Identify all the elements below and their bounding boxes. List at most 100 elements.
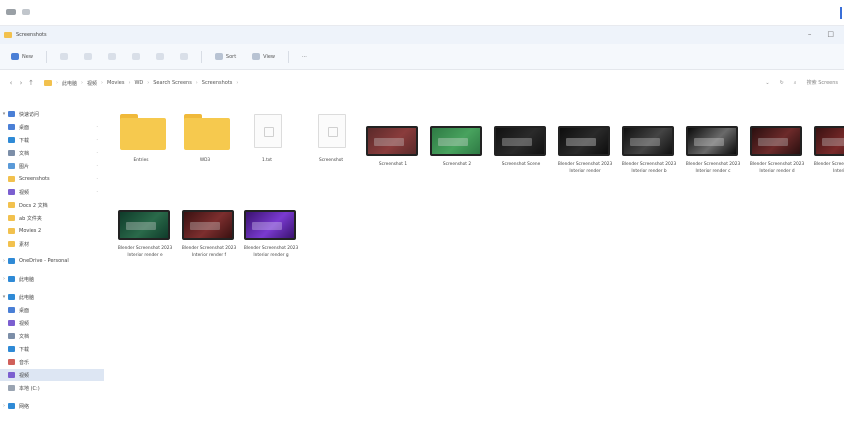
expand-chevron-icon[interactable]: › xyxy=(0,276,8,282)
video-thumbnail xyxy=(244,210,296,240)
sidebar-item-label: 此电脑 xyxy=(19,276,35,283)
forward-icon[interactable] xyxy=(22,9,30,15)
file-item[interactable]: Blender Screenshot 2023 Interior render … xyxy=(178,184,238,268)
breadcrumb[interactable]: › 此电脑 › 视频 › Movies › WD › Search Screen… xyxy=(44,80,238,87)
file-item[interactable]: Blender Screenshot 2023 Interior render … xyxy=(240,184,300,268)
file-item[interactable]: Screenshot 1 xyxy=(362,100,422,184)
share-button[interactable] xyxy=(153,50,167,64)
sidebar-item[interactable]: 音乐 xyxy=(0,356,104,368)
sidebar-item-label: 文档 xyxy=(19,333,30,340)
breadcrumb-item[interactable]: WD xyxy=(134,80,143,86)
thumbnail-highlight xyxy=(502,138,532,146)
breadcrumb-item[interactable]: Search Screens xyxy=(153,80,192,86)
file-item[interactable]: Entries xyxy=(110,100,170,170)
sidebar-item[interactable]: 桌面 xyxy=(0,304,104,316)
file-item[interactable]: Screenshot Scene xyxy=(490,100,550,184)
sidebar-item-label: OneDrive - Personal xyxy=(19,258,69,264)
sidebar-item-label: 音乐 xyxy=(19,359,30,366)
new-button[interactable]: New xyxy=(8,50,36,64)
up-arrow-icon[interactable]: ↑ xyxy=(26,79,36,87)
video-thumbnail xyxy=(622,126,674,156)
file-item[interactable]: Blender Screenshot 2023 Interior render … xyxy=(114,184,174,268)
sidebar-item[interactable]: › 此电脑 xyxy=(0,273,104,285)
sort-label: Sort xyxy=(225,53,237,60)
file-item[interactable]: WD3 xyxy=(174,100,234,170)
cut-button[interactable] xyxy=(57,50,71,64)
sidebar-item[interactable]: 下载 xyxy=(0,343,104,355)
delete-button[interactable] xyxy=(177,50,191,64)
expand-chevron-icon[interactable]: ▾ xyxy=(0,294,8,300)
refresh-icon[interactable]: ↻ xyxy=(780,80,784,86)
back-icon[interactable] xyxy=(6,9,16,15)
breadcrumb-item[interactable]: Screenshots xyxy=(202,80,233,86)
sidebar-item[interactable]: 下载 ⋅ xyxy=(0,134,104,146)
sidebar-item-label: 桌面 xyxy=(19,124,30,131)
sidebar-item[interactable]: ▾ 此电脑 xyxy=(0,291,104,303)
paste-button[interactable] xyxy=(105,50,119,64)
sidebar-item-label: Docs 2 文档 xyxy=(19,202,48,209)
sidebar-item[interactable]: › 网络 xyxy=(0,400,104,412)
expand-chevron-icon[interactable]: › xyxy=(0,258,8,264)
sidebar-item[interactable]: 视频 xyxy=(0,369,104,381)
maximize-button[interactable]: □ xyxy=(827,30,834,38)
video-thumbnail xyxy=(118,210,170,240)
video-thumbnail xyxy=(430,126,482,156)
sidebar-item[interactable]: Screenshots ⋅ xyxy=(0,173,104,185)
sidebar-item[interactable]: 素材 xyxy=(0,238,104,250)
video-thumbnail xyxy=(750,126,802,156)
forward-arrow-icon[interactable]: › xyxy=(16,79,26,87)
minimize-button[interactable]: – xyxy=(808,30,812,38)
breadcrumb-item[interactable]: 视频 xyxy=(87,80,97,87)
sidebar-item[interactable]: › OneDrive - Personal xyxy=(0,255,104,267)
video-thumbnail xyxy=(558,126,610,156)
file-item[interactable]: Blender Screenshot 2023 Interior render … xyxy=(746,100,806,184)
breadcrumb-separator: › xyxy=(101,80,104,86)
breadcrumb-separator: › xyxy=(81,80,84,86)
file-item[interactable]: 1.txt xyxy=(236,100,296,170)
file-item[interactable]: Blender Screenshot 2023 Interior render xyxy=(554,100,614,184)
breadcrumb-separator: › xyxy=(195,80,198,86)
sidebar-item[interactable]: 视频 xyxy=(0,317,104,329)
thumbnail-highlight xyxy=(126,222,156,230)
view-button[interactable]: View xyxy=(249,50,278,64)
expand-chevron-icon[interactable]: ▾ xyxy=(0,111,8,117)
dropdown-chevron-icon[interactable]: ⌄ xyxy=(765,80,769,86)
sidebar-item[interactable]: 图片 ⋅ xyxy=(0,160,104,172)
sidebar-item[interactable]: 本地 (C:) xyxy=(0,382,104,394)
search-input[interactable]: 搜索 Screens xyxy=(807,79,838,86)
back-arrow-icon[interactable]: ‹ xyxy=(6,79,16,87)
pin-icon: ⋅ xyxy=(96,176,98,182)
file-item[interactable]: Blender Screenshot 2023 Interior xyxy=(810,100,844,184)
file-item[interactable]: Screenshot 2 xyxy=(426,100,486,184)
expand-chevron-icon[interactable]: › xyxy=(0,403,8,409)
more-icon: ··· xyxy=(302,53,307,60)
music-icon xyxy=(8,359,15,365)
file-item[interactable]: Screenshot xyxy=(300,100,360,170)
video-icon xyxy=(8,320,15,326)
sidebar-item[interactable]: 桌面 ⋅ xyxy=(0,121,104,133)
download-icon xyxy=(8,137,15,143)
thumbnail-highlight xyxy=(374,138,404,146)
thumbnail-highlight xyxy=(566,138,596,146)
copy-button[interactable] xyxy=(81,50,95,64)
scrollbar-edge[interactable] xyxy=(840,7,842,19)
sort-button[interactable]: Sort xyxy=(212,50,239,64)
breadcrumb-item[interactable]: 此电脑 xyxy=(62,80,77,87)
more-button[interactable]: ··· xyxy=(299,50,310,64)
file-name: Entries xyxy=(133,158,149,163)
file-item[interactable]: Blender Screenshot 2023 Interior render … xyxy=(618,100,678,184)
toolbar-divider xyxy=(45,50,47,63)
sidebar-item[interactable]: 视频 ⋅ xyxy=(0,186,104,198)
sidebar-item[interactable]: 文档 xyxy=(0,330,104,342)
sidebar-item-label: 视频 xyxy=(19,372,30,379)
file-item[interactable]: Blender Screenshot 2023 Interior render … xyxy=(682,100,742,184)
sidebar-item[interactable]: 文档 ⋅ xyxy=(0,147,104,159)
sidebar-item[interactable]: Movies 2 xyxy=(0,225,104,237)
rename-button[interactable] xyxy=(129,50,143,64)
breadcrumb-item[interactable]: Movies xyxy=(107,80,124,86)
sidebar-item[interactable]: Docs 2 文档 xyxy=(0,199,104,211)
sidebar-item[interactable]: ▾ 快速访问 xyxy=(0,108,104,120)
address-bar: ‹ › ↑ › 此电脑 › 视频 › Movies › WD › Search … xyxy=(0,70,844,96)
folder-icon xyxy=(184,114,230,150)
sidebar-item[interactable]: ab 文件夹 xyxy=(0,212,104,224)
